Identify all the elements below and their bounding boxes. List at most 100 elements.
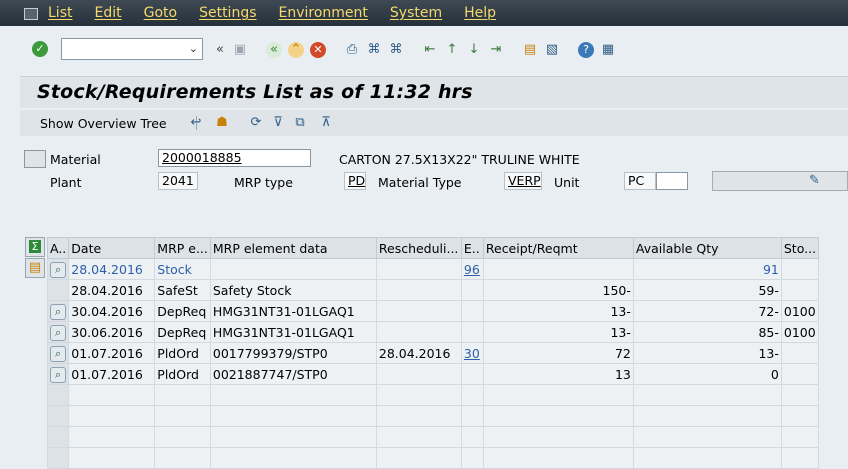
cell-date: 30.06.2016 [68, 321, 156, 343]
material-type-label: Material Type [378, 175, 462, 190]
empty-cell [780, 447, 820, 469]
plant-label: Plant [50, 175, 82, 190]
table-row[interactable]: ⌕ 01.07.2016 PldOrd 0017799379/STP0 28.04.20… [46, 342, 820, 364]
details-magnifier-icon[interactable]: ⌕ [50, 366, 67, 383]
back-icon[interactable]: « [266, 42, 282, 58]
menu-edit[interactable]: Edit [94, 5, 121, 21]
last-page-icon[interactable]: ⇥ [488, 42, 504, 58]
empty-cell [460, 384, 484, 406]
menu-goto[interactable]: Goto [144, 5, 177, 21]
empty-row [46, 405, 820, 427]
empty-cell [68, 426, 156, 448]
page-title: Stock/Requirements List as of 11:32 hrs [37, 81, 473, 103]
mrp-type-field[interactable]: PD [344, 172, 366, 190]
col-a[interactable]: A.. [46, 237, 70, 259]
col-date[interactable]: Date [68, 237, 156, 259]
menu-bar: List Edit Goto Settings Environment Syst… [0, 0, 848, 26]
prev-page-icon[interactable]: ↑ [444, 42, 460, 58]
empty-cell [154, 426, 211, 448]
next-page-icon[interactable]: ↓ [466, 42, 482, 58]
shortcut-icon[interactable]: ▧ [544, 42, 560, 58]
cell-mrp-element: PldOrd [154, 342, 211, 364]
copy-icon[interactable]: ⧉ [292, 115, 308, 131]
edit-header-button[interactable]: ✎ [712, 171, 848, 191]
title-bar: Stock/Requirements List as of 11:32 hrs [20, 76, 848, 108]
table-row[interactable]: ⌕ 30.04.2016 DepReq HMG31NT31-01LGAQ1 13- 72-… [46, 300, 820, 322]
table-row[interactable]: ⌕ 28.04.2016 Stock 96 91 [46, 258, 820, 280]
menu-settings[interactable]: Settings [199, 5, 256, 21]
table-row[interactable]: 28.04.2016 SafeSt Safety Stock 150- 59- [46, 279, 820, 301]
empty-row [46, 447, 820, 469]
ok-check-icon[interactable]: ✓ [32, 41, 48, 57]
details-magnifier-icon[interactable]: ⌕ [50, 261, 67, 278]
details-magnifier-icon[interactable]: ⌕ [50, 345, 67, 362]
material-type-value: VERP [508, 173, 541, 188]
cell-available-qty: 85- [632, 321, 782, 343]
collapse-icon[interactable]: « [212, 42, 228, 58]
mrp-table: A.. Date MRP e... MRP element data Resch… [46, 237, 820, 469]
show-overview-tree-button[interactable]: Show Overview Tree [40, 116, 167, 131]
material-field[interactable]: 2000018885 [158, 149, 311, 167]
cell-e[interactable] [460, 300, 484, 322]
details-magnifier-icon[interactable]: ⌕ [50, 303, 67, 320]
refresh-icon[interactable]: ⟳ [248, 115, 264, 131]
window-menu-icon[interactable] [22, 6, 40, 20]
col-e[interactable]: E.. [460, 237, 484, 259]
col-receipt-reqmt[interactable]: Receipt/Reqmt [482, 237, 634, 259]
sum-icon[interactable]: Σ [25, 237, 45, 257]
col-storage[interactable]: Sto... [780, 237, 820, 259]
new-session-icon[interactable]: ▤ [522, 42, 538, 58]
empty-cell [46, 426, 70, 448]
cell-storage: 0100 [780, 300, 820, 322]
cell-date: 28.04.2016 [68, 279, 156, 301]
cancel-icon[interactable]: ✕ [310, 42, 326, 58]
cell-e[interactable]: 30 [460, 342, 484, 364]
find-next-icon[interactable]: ⌘ [388, 42, 404, 58]
customize-layout-icon[interactable]: ▦ [600, 42, 616, 58]
help-icon[interactable]: ? [578, 42, 594, 58]
filter-icon[interactable]: ⊽ [270, 115, 286, 131]
col-available-qty[interactable]: Available Qty [632, 237, 782, 259]
cell-e[interactable] [460, 321, 484, 343]
empty-cell [632, 426, 782, 448]
empty-cell [46, 405, 70, 427]
save-icon[interactable]: ▣ [232, 42, 248, 58]
first-page-icon[interactable]: ⇤ [422, 42, 438, 58]
details-magnifier-icon[interactable]: ⌕ [50, 324, 67, 341]
table-row[interactable]: ⌕ 30.06.2016 DepReq HMG31NT31-01LGAQ1 13- 85-… [46, 321, 820, 343]
unit-field: PC [624, 172, 656, 190]
cell-e[interactable] [460, 279, 484, 301]
delete-filter-icon[interactable]: ⊼ [318, 115, 334, 131]
unit-extra-field [656, 172, 688, 190]
exit-icon[interactable]: ⌃ [288, 42, 304, 58]
material-type-field[interactable]: VERP [504, 172, 542, 190]
col-mrp-element-data[interactable]: MRP element data [209, 237, 377, 259]
cell-date: 30.04.2016 [68, 300, 156, 322]
menu-list[interactable]: List [48, 5, 72, 21]
cell-sel [46, 279, 70, 301]
col-rescheduling[interactable]: Rescheduli... [375, 237, 462, 259]
cell-sel: ⌕ [46, 321, 70, 343]
mrp-type-value: PD [348, 173, 366, 188]
cell-available-qty: 59- [632, 279, 782, 301]
cell-rescheduling [375, 363, 462, 385]
person-icon[interactable]: ☗ [214, 115, 230, 131]
command-field[interactable]: ⌄ [61, 38, 203, 60]
cell-e[interactable]: 96 [460, 258, 484, 280]
material-list-icon[interactable] [24, 150, 46, 168]
back-arrow-icon[interactable]: ↩ [188, 115, 204, 131]
col-mrp-element[interactable]: MRP e... [154, 237, 211, 259]
table-row[interactable]: ⌕ 01.07.2016 PldOrd 0021887747/STP0 13 0 [46, 363, 820, 385]
menu-environment[interactable]: Environment [279, 5, 368, 21]
cell-storage [780, 279, 820, 301]
empty-cell [780, 405, 820, 427]
cell-e[interactable] [460, 363, 484, 385]
menu-system[interactable]: System [390, 5, 442, 21]
print-icon[interactable]: ⎙ [344, 42, 360, 58]
command-dropdown-icon[interactable]: ⌄ [189, 42, 198, 55]
unit-value: PC [628, 173, 645, 188]
find-icon[interactable]: ⌘ [366, 42, 382, 58]
clipboard-icon[interactable]: ▤ [25, 258, 45, 278]
cell-available-qty: 72- [632, 300, 782, 322]
menu-help[interactable]: Help [464, 5, 496, 21]
